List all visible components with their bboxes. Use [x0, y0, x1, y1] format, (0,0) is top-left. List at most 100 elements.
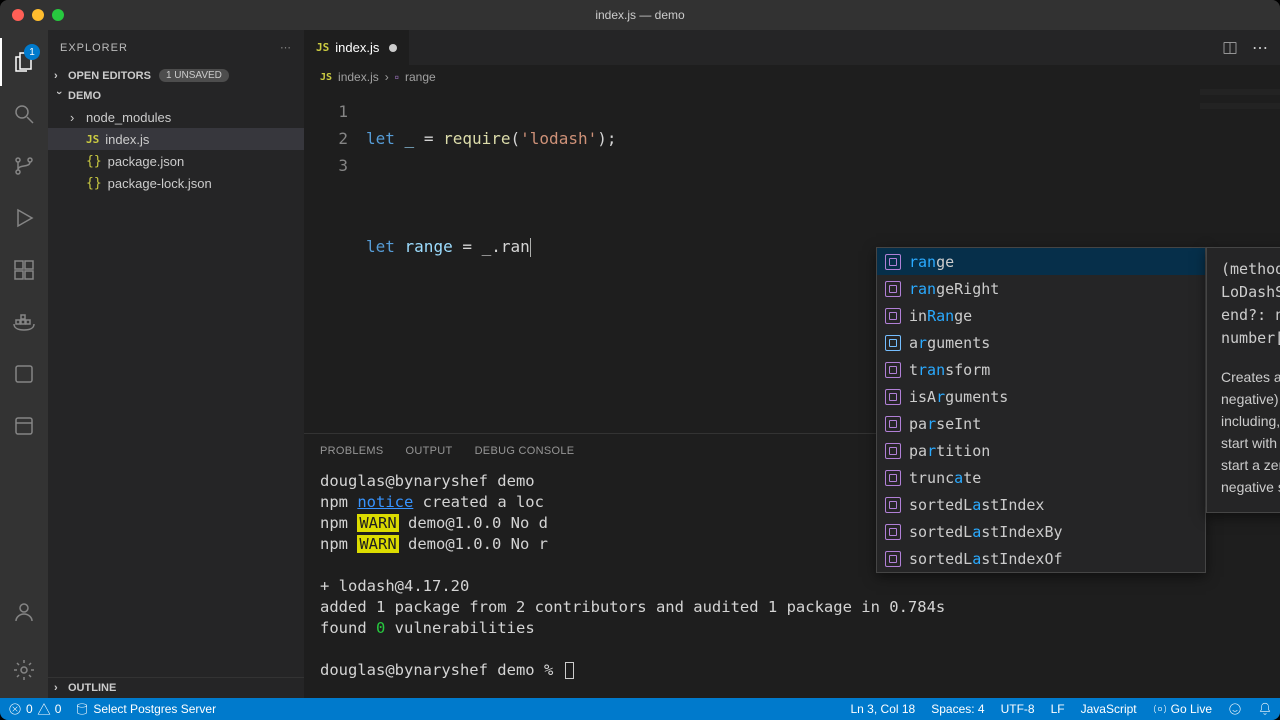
feedback-icon: [1228, 702, 1242, 716]
suggest-item[interactable]: sortedLastIndexBy: [877, 518, 1205, 545]
window-controls: [0, 9, 64, 21]
tab-label: index.js: [335, 40, 379, 55]
panel-tab-debug[interactable]: DEBUG CONSOLE: [475, 441, 575, 461]
chevron-right-icon: ›: [385, 70, 389, 84]
status-encoding[interactable]: UTF-8: [1001, 702, 1035, 716]
status-language[interactable]: JavaScript: [1081, 702, 1137, 716]
docker-tab[interactable]: [0, 298, 48, 346]
suggest-item[interactable]: transform: [877, 356, 1205, 383]
suggest-item[interactable]: sortedLastIndexOf: [877, 545, 1205, 572]
source-control-tab[interactable]: [0, 142, 48, 190]
search-tab[interactable]: [0, 90, 48, 138]
outline-label: OUTLINE: [68, 682, 116, 694]
suggest-label: partition: [909, 442, 990, 460]
js-file-icon: JS: [86, 133, 99, 146]
status-go-live[interactable]: Go Live: [1153, 702, 1212, 716]
editor-tabs: JS index.js ⋯: [304, 30, 1280, 65]
status-eol[interactable]: LF: [1051, 702, 1065, 716]
breadcrumb[interactable]: JS index.js › ▫ range: [304, 65, 1280, 89]
account-tab[interactable]: [0, 588, 48, 636]
symbol-icon: ▫: [395, 70, 399, 84]
suggest-label: sortedLastIndexBy: [909, 523, 1063, 541]
status-ln-col[interactable]: Ln 3, Col 18: [851, 702, 916, 716]
branch-icon: [12, 154, 36, 178]
account-icon: [12, 600, 36, 624]
terminal-cursor: [565, 662, 574, 679]
search-icon: [12, 102, 36, 126]
docker-icon: [12, 310, 36, 334]
autocomplete-doc: ✕ (method) LoDashStatic.range(start: num…: [1206, 247, 1280, 513]
method-icon: [885, 551, 901, 567]
chevron-right-icon: ›: [54, 70, 64, 82]
method-icon: [885, 524, 901, 540]
warning-icon: [37, 702, 51, 716]
gear-icon: [12, 658, 36, 682]
tab-more-icon[interactable]: ⋯: [1252, 38, 1268, 58]
suggest-item[interactable]: range: [877, 248, 1205, 275]
extensions-tab[interactable]: [0, 246, 48, 294]
folder-name: DEMO: [68, 90, 101, 102]
folder-section[interactable]: › DEMO: [48, 86, 304, 106]
tree-item-node-modules[interactable]: › node_modules: [48, 106, 304, 128]
tree-item-label: node_modules: [86, 110, 171, 125]
suggest-label: arguments: [909, 334, 990, 352]
explorer-tab[interactable]: 1: [0, 38, 48, 86]
window: index.js — demo 1: [0, 0, 1280, 720]
bookmark-icon: [12, 362, 36, 386]
extensions-icon: [12, 258, 36, 282]
zoom-window-button[interactable]: [52, 9, 64, 21]
method-icon: [885, 470, 901, 486]
project-tab[interactable]: [0, 402, 48, 450]
suggest-item[interactable]: sortedLastIndex: [877, 491, 1205, 518]
suggest-item[interactable]: truncate: [877, 464, 1205, 491]
suggest-label: rangeRight: [909, 280, 999, 298]
chevron-right-icon: ›: [54, 682, 64, 694]
text-cursor: [530, 238, 531, 257]
method-icon: [885, 254, 901, 270]
sidebar-header: EXPLORER ⋯: [48, 30, 304, 65]
suggest-item[interactable]: arguments: [877, 329, 1205, 356]
suggest-item[interactable]: rangeRight: [877, 275, 1205, 302]
debug-tab[interactable]: [0, 194, 48, 242]
status-spaces[interactable]: Spaces: 4: [931, 702, 984, 716]
tree-item-package-lock[interactable]: {} package-lock.json: [48, 172, 304, 194]
settings-tab[interactable]: [0, 646, 48, 694]
tab-index-js[interactable]: JS index.js: [304, 30, 409, 65]
minimize-window-button[interactable]: [32, 9, 44, 21]
panel-tab-problems[interactable]: PROBLEMS: [320, 441, 384, 461]
outline-section[interactable]: › OUTLINE: [48, 677, 304, 698]
close-window-button[interactable]: [12, 9, 24, 21]
suggest-label: inRange: [909, 307, 972, 325]
method-icon: [885, 389, 901, 405]
play-bug-icon: [12, 206, 36, 230]
bookmark-tab[interactable]: [0, 350, 48, 398]
suggest-item[interactable]: inRange: [877, 302, 1205, 329]
suggest-item[interactable]: partition: [877, 437, 1205, 464]
split-editor-icon[interactable]: [1222, 40, 1238, 56]
minimap[interactable]: [1200, 89, 1280, 149]
modified-indicator: [389, 44, 397, 52]
status-errors[interactable]: 0 0: [8, 702, 61, 716]
file-tree: › node_modules JS index.js {} package.js…: [48, 106, 304, 677]
open-editors-section[interactable]: › OPEN EDITORS 1 UNSAVED: [48, 65, 304, 86]
status-feedback[interactable]: [1228, 702, 1242, 716]
sidebar-more-icon[interactable]: ⋯: [280, 41, 292, 54]
autocomplete-popup[interactable]: range rangeRight inRange arguments transform…: [876, 247, 1206, 573]
explorer-badge: 1: [24, 44, 40, 60]
suggest-item[interactable]: isArguments: [877, 383, 1205, 410]
suggest-label: sortedLastIndex: [909, 496, 1044, 514]
sidebar-title: EXPLORER: [60, 42, 128, 54]
method-icon: [885, 443, 901, 459]
tree-item-package-json[interactable]: {} package.json: [48, 150, 304, 172]
unsaved-badge: 1 UNSAVED: [159, 69, 229, 82]
method-icon: [885, 416, 901, 432]
status-postgres[interactable]: Select Postgres Server: [75, 702, 216, 716]
json-file-icon: {}: [86, 176, 102, 191]
suggest-item[interactable]: parseInt: [877, 410, 1205, 437]
tree-item-index-js[interactable]: JS index.js: [48, 128, 304, 150]
method-icon: [885, 308, 901, 324]
panel-tab-output[interactable]: OUTPUT: [406, 441, 453, 461]
editor-group: JS index.js ⋯ JS index.js › ▫ range: [304, 30, 1280, 698]
status-bell[interactable]: [1258, 702, 1272, 716]
error-icon: [8, 702, 22, 716]
